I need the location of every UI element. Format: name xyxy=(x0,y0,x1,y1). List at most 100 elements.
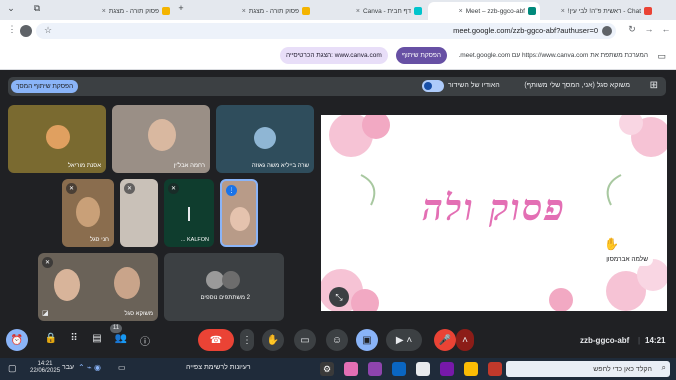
share-banner: הצגת הכרטיסייה: www.canva.com הפסקת שיתו… xyxy=(0,42,676,70)
url-text[interactable]: meet.google.com/zzb-ggco-abf?authuser=0 xyxy=(453,26,598,35)
reload-icon[interactable]: ↻ xyxy=(626,24,638,35)
present-now-button[interactable]: ▣ xyxy=(356,329,378,351)
switch-tab-button[interactable]: הצגת הכרטיסייה: www.canva.com xyxy=(280,47,388,64)
participant-name: חני סגל xyxy=(89,237,109,243)
browser-tab-strip: ⌄ ⧉ פסוק תורה - מצגת × + פסוק תורה - מצג… xyxy=(0,0,676,20)
avatar xyxy=(114,267,140,299)
participant-name: שרה בייליא משה גאוזה xyxy=(251,163,309,169)
app-icon[interactable] xyxy=(368,362,382,376)
participant-tile-speaking[interactable]: ⋮ xyxy=(220,179,258,247)
edge-icon[interactable] xyxy=(392,362,406,376)
avatar xyxy=(230,207,250,231)
tab-slides[interactable]: פסוק תורה - מצגת × xyxy=(44,2,174,20)
host-controls-icon[interactable]: 🔒 xyxy=(44,333,58,344)
move-icon[interactable]: ⤡ xyxy=(329,287,349,307)
participant-tile-self[interactable]: ✕ ◪ משוקא סגל xyxy=(38,253,158,321)
tab-canva[interactable]: דף חבית - Canva × xyxy=(316,2,426,20)
system-tray-icon[interactable]: ⌃ ⌁ ◉ xyxy=(78,363,101,372)
pin-icon[interactable]: ◪ xyxy=(42,309,49,317)
divider: | xyxy=(638,336,641,345)
notifications-icon[interactable]: ▢ xyxy=(8,363,17,374)
avatar xyxy=(222,271,240,289)
participant-tile[interactable]: ✕ xyxy=(120,179,158,247)
app-icon[interactable] xyxy=(464,362,478,376)
gmail-icon xyxy=(644,7,652,15)
new-tab-icon[interactable]: + xyxy=(174,3,188,13)
tab-title: דף חבית - Canva xyxy=(362,7,411,15)
participant-name: אסנת מוריאל xyxy=(67,163,101,169)
more-menu-icon[interactable]: ⋮ xyxy=(6,24,18,35)
tab-meet-related[interactable]: פסוק תורה - מצגת × xyxy=(190,2,314,20)
tab-title: Chat - ראשית פ"ה! לבי עין! xyxy=(567,7,641,15)
site-info-icon[interactable] xyxy=(602,26,612,36)
avatar xyxy=(254,127,276,149)
close-tab-icon[interactable]: × xyxy=(242,8,246,15)
notes-widget-text[interactable]: רעיונות לרשימת צפייה xyxy=(186,364,251,371)
captions-button[interactable]: ▭ xyxy=(294,329,316,351)
presenting-title: משוקא סגל (אני, המסך שלי משותף) xyxy=(524,82,630,89)
tab-title: פסוק תורה - מצגת xyxy=(248,7,299,15)
window-menu-icon[interactable]: ⧉ xyxy=(30,3,44,14)
clock-time: 14:21 xyxy=(37,361,53,367)
avatar xyxy=(46,125,70,149)
tab-chat[interactable]: Chat - ראשית פ"ה! לבי עין! × xyxy=(544,2,656,20)
mic-options-icon[interactable]: ˄ xyxy=(456,329,474,351)
close-tab-icon[interactable]: × xyxy=(459,8,463,15)
back-icon[interactable]: ← xyxy=(660,24,672,34)
clock-date: 22/06/2025 xyxy=(30,368,61,374)
chrome-icon[interactable] xyxy=(416,362,430,376)
tab-search-icon[interactable]: ⌄ xyxy=(4,3,18,14)
leave-call-button[interactable]: ☎ xyxy=(198,329,234,351)
raise-hand-icon: ✋ xyxy=(604,237,619,251)
people-icon[interactable]: 👥 xyxy=(114,333,128,344)
more-participants-tile[interactable]: 2 משתתפים נוספים xyxy=(164,253,284,321)
forward-icon[interactable]: → xyxy=(643,24,655,34)
participant-tile[interactable]: אסנת מוריאל xyxy=(8,105,106,173)
stop-screen-share-button[interactable]: הפסקת שיתוף המסך xyxy=(11,80,79,93)
participant-tile[interactable]: רחמה אבל'ין xyxy=(112,105,210,173)
settings-icon[interactable]: ⚙ xyxy=(320,362,334,376)
meeting-time: 14:21 xyxy=(645,336,666,345)
camera-button[interactable]: ▶ ˄ xyxy=(386,329,422,351)
avatar[interactable] xyxy=(20,25,32,37)
participant-tile[interactable]: ✕ חני סגל xyxy=(62,179,114,247)
mic-off-icon: ✕ xyxy=(42,257,53,268)
participant-name: רחמה אבל'ין xyxy=(173,163,205,169)
close-tab-icon[interactable]: × xyxy=(561,8,565,15)
chat-icon[interactable]: ▤ xyxy=(90,333,104,344)
raise-hand-button[interactable]: ✋ xyxy=(262,329,284,351)
avatar xyxy=(148,119,176,151)
participant-tile[interactable]: שרה בייליא משה גאוזה xyxy=(216,105,314,173)
app-icon[interactable] xyxy=(488,362,502,376)
mic-off-button[interactable]: 🎤 xyxy=(434,329,456,351)
present-icon: ⊞ xyxy=(649,80,658,91)
broadcast-audio-toggle[interactable] xyxy=(422,80,444,92)
speaking-indicator-icon: ⋮ xyxy=(226,185,237,196)
close-tab-icon[interactable]: × xyxy=(356,8,360,15)
more-options-icon[interactable]: ⋮ xyxy=(240,329,254,351)
avatar xyxy=(76,197,100,227)
info-icon[interactable]: ⓘ xyxy=(138,333,152,348)
emoji-button[interactable]: ☺ xyxy=(326,329,348,351)
alarm-icon[interactable]: ⏰ xyxy=(6,329,28,351)
search-icon: ⌕ xyxy=(661,363,666,372)
address-bar[interactable]: ☆ meet.google.com/zzb-ggco-abf?authuser=… xyxy=(36,23,616,39)
stop-sharing-button[interactable]: הפסקת שיתוף xyxy=(396,47,448,64)
canva-icon xyxy=(414,7,422,15)
close-tab-icon[interactable]: × xyxy=(102,8,106,15)
activities-icon[interactable]: ⠿ xyxy=(67,333,81,344)
meeting-code: zzb-ggco-abf xyxy=(580,336,630,345)
clock[interactable]: 14:21 22/06/2025 xyxy=(30,361,60,375)
app-icon[interactable] xyxy=(344,362,358,376)
share-banner-text: המערכת משתפת את https://www.canva.com עם… xyxy=(458,52,648,59)
screen-share-icon: ▭ xyxy=(657,51,666,61)
language-indicator[interactable]: עבר xyxy=(62,364,74,371)
participant-tile[interactable]: ✕ KALFON ... xyxy=(164,179,214,247)
bookmark-star-icon[interactable]: ☆ xyxy=(44,25,52,36)
windows-taskbar: הקלד כאן כדי לחפש ⌕ ⚙ רעיונות לרשימת צפי… xyxy=(0,358,676,380)
tab-meet[interactable]: Meet – zzb-ggco-abf × xyxy=(428,2,540,20)
mic-off-icon: ✕ xyxy=(168,183,179,194)
onenote-icon[interactable] xyxy=(440,362,454,376)
taskbar-search-input[interactable]: הקלד כאן כדי לחפש xyxy=(506,361,670,377)
notes-widget-icon: ▭ xyxy=(118,363,126,372)
